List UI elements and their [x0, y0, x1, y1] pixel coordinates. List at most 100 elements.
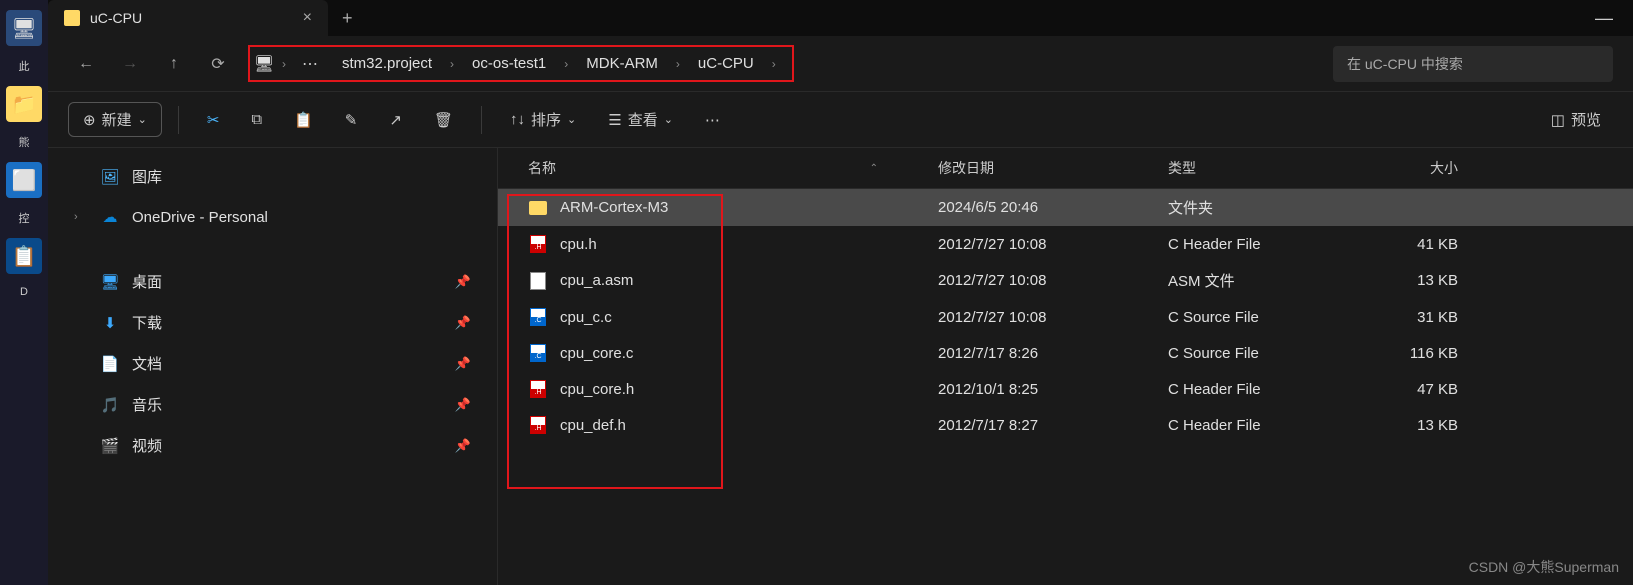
desktop-icon-pc[interactable]: 🖥	[6, 10, 42, 46]
file-row[interactable]: cpu_a.asm 2012/7/27 10:08 ASM 文件 13 KB	[498, 262, 1633, 299]
desktop-icon-app2[interactable]: 📋	[6, 238, 42, 274]
breadcrumb-item[interactable]: MDK-ARM	[576, 51, 668, 76]
sort-indicator-icon: ⌃	[870, 163, 878, 174]
more-button[interactable]: ⋯	[693, 103, 732, 137]
sidebar-item-label: 文档	[132, 353, 162, 374]
chevron-right-icon: ›	[74, 211, 88, 223]
nav-bar: ← → ↑ ⟳ 🖥 › ⋯ stm32.project › oc-os-test…	[48, 36, 1633, 92]
download-icon: ⬇	[100, 313, 120, 333]
chevron-right-icon: ›	[446, 57, 458, 71]
breadcrumb-item[interactable]: uC-CPU	[688, 51, 764, 76]
c-icon	[528, 343, 548, 363]
column-headers: 名称 ⌃ 修改日期 类型 大小	[498, 148, 1633, 189]
asm-icon	[528, 271, 548, 291]
copy-icon: ⧉	[251, 111, 262, 128]
breadcrumb-overflow[interactable]: ⋯	[294, 54, 328, 74]
back-button[interactable]: ←	[68, 46, 104, 82]
file-date: 2012/7/27 10:08	[938, 236, 1168, 253]
delete-button[interactable]: 🗑	[422, 103, 465, 137]
column-type[interactable]: 类型	[1168, 158, 1358, 178]
file-type: ASM 文件	[1168, 270, 1358, 291]
file-row[interactable]: ARM-Cortex-M3 2024/6/5 20:46 文件夹	[498, 189, 1633, 226]
trash-icon: 🗑	[434, 111, 453, 129]
sidebar-item-desktop[interactable]: 🖥 桌面 📌	[66, 261, 479, 302]
tab-active[interactable]: uC-CPU ×	[48, 0, 328, 36]
file-row[interactable]: cpu_c.c 2012/7/27 10:08 C Source File 31…	[498, 299, 1633, 335]
new-tab-button[interactable]: +	[328, 8, 367, 29]
desktop-label: 控	[19, 210, 30, 226]
copy-button[interactable]: ⧉	[239, 103, 274, 136]
file-name: cpu_core.h	[560, 381, 938, 398]
forward-button[interactable]: →	[112, 46, 148, 82]
sidebar-item-label: 下载	[132, 312, 162, 333]
breadcrumb-item[interactable]: oc-os-test1	[462, 51, 556, 76]
sort-button[interactable]: ↑↓ 排序 ⌄	[498, 101, 588, 138]
breadcrumb: 🖥 › ⋯ stm32.project › oc-os-test1 › MDK-…	[248, 45, 794, 82]
file-type: C Header File	[1168, 381, 1358, 398]
h-icon	[528, 415, 548, 435]
sidebar-item-label: 视频	[132, 435, 162, 456]
column-name[interactable]: 名称 ⌃	[528, 158, 938, 178]
folder-icon	[528, 198, 548, 218]
preview-label: 预览	[1571, 109, 1601, 130]
view-icon: ☰	[608, 111, 621, 129]
video-icon: 🎬	[100, 436, 120, 456]
close-icon[interactable]: ×	[303, 9, 312, 27]
file-list: 名称 ⌃ 修改日期 类型 大小 ARM-Cortex-M3 2024/6/5 2…	[498, 148, 1633, 585]
desktop-icon-folder[interactable]: 📁	[6, 86, 42, 122]
sidebar-item-label: OneDrive - Personal	[132, 209, 268, 226]
file-name: cpu.h	[560, 236, 938, 253]
column-size[interactable]: 大小	[1358, 158, 1458, 178]
file-row[interactable]: cpu_core.c 2012/7/17 8:26 C Source File …	[498, 335, 1633, 371]
tab-bar: uC-CPU × + —	[48, 0, 1633, 36]
chevron-right-icon: ›	[278, 57, 290, 71]
sidebar-item-onedrive[interactable]: › ☁ OneDrive - Personal	[66, 197, 479, 237]
pin-icon: 📌	[455, 274, 471, 290]
file-size: 116 KB	[1358, 345, 1458, 362]
monitor-icon[interactable]: 🖥	[254, 54, 274, 74]
h-icon	[528, 234, 548, 254]
sidebar-item-gallery[interactable]: 🖼 图库	[66, 156, 479, 197]
folder-icon	[64, 10, 80, 26]
explorer-window: uC-CPU × + — ← → ↑ ⟳ 🖥 › ⋯ stm32.project…	[48, 0, 1633, 585]
sidebar-item-downloads[interactable]: ⬇ 下载 📌	[66, 302, 479, 343]
preview-icon: ◫	[1551, 111, 1565, 129]
plus-icon: ⊕	[83, 111, 96, 129]
search-input[interactable]: 在 uC-CPU 中搜索	[1333, 46, 1613, 82]
sidebar-item-documents[interactable]: 📄 文档 📌	[66, 343, 479, 384]
refresh-button[interactable]: ⟳	[200, 46, 236, 82]
breadcrumb-item[interactable]: stm32.project	[332, 51, 442, 76]
chevron-right-icon: ›	[768, 57, 780, 71]
file-row[interactable]: cpu_def.h 2012/7/17 8:27 C Header File 1…	[498, 407, 1633, 443]
file-row[interactable]: cpu_core.h 2012/10/1 8:25 C Header File …	[498, 371, 1633, 407]
desktop-icon-app[interactable]: ⬜	[6, 162, 42, 198]
pin-icon: 📌	[455, 356, 471, 372]
column-date[interactable]: 修改日期	[938, 158, 1168, 178]
new-button[interactable]: ⊕ 新建 ⌄	[68, 102, 162, 137]
share-icon: ↗	[389, 111, 402, 129]
file-size: 31 KB	[1358, 309, 1458, 326]
view-button[interactable]: ☰ 查看 ⌄	[596, 101, 685, 138]
file-date: 2024/6/5 20:46	[938, 199, 1168, 216]
sidebar-item-videos[interactable]: 🎬 视频 📌	[66, 425, 479, 466]
sidebar-item-label: 图库	[132, 166, 162, 187]
file-row[interactable]: cpu.h 2012/7/27 10:08 C Header File 41 K…	[498, 226, 1633, 262]
clipboard-icon: 📋	[294, 111, 313, 129]
file-size: 13 KB	[1358, 272, 1458, 289]
rename-icon: ✎	[345, 111, 358, 129]
up-button[interactable]: ↑	[156, 46, 192, 82]
file-name: cpu_c.c	[560, 309, 938, 326]
chevron-down-icon: ⌄	[138, 113, 147, 126]
paste-button[interactable]: 📋	[282, 103, 325, 137]
preview-button[interactable]: ◫ 预览	[1539, 101, 1613, 138]
rename-button[interactable]: ✎	[333, 103, 370, 137]
cut-button[interactable]: ✂	[195, 103, 232, 137]
file-type: C Source File	[1168, 345, 1358, 362]
view-label: 查看	[628, 109, 658, 130]
file-date: 2012/7/27 10:08	[938, 309, 1168, 326]
share-button[interactable]: ↗	[377, 103, 414, 137]
minimize-button[interactable]: —	[1575, 8, 1633, 29]
file-date: 2012/7/17 8:27	[938, 417, 1168, 434]
file-date: 2012/10/1 8:25	[938, 381, 1168, 398]
sidebar-item-music[interactable]: 🎵 音乐 📌	[66, 384, 479, 425]
